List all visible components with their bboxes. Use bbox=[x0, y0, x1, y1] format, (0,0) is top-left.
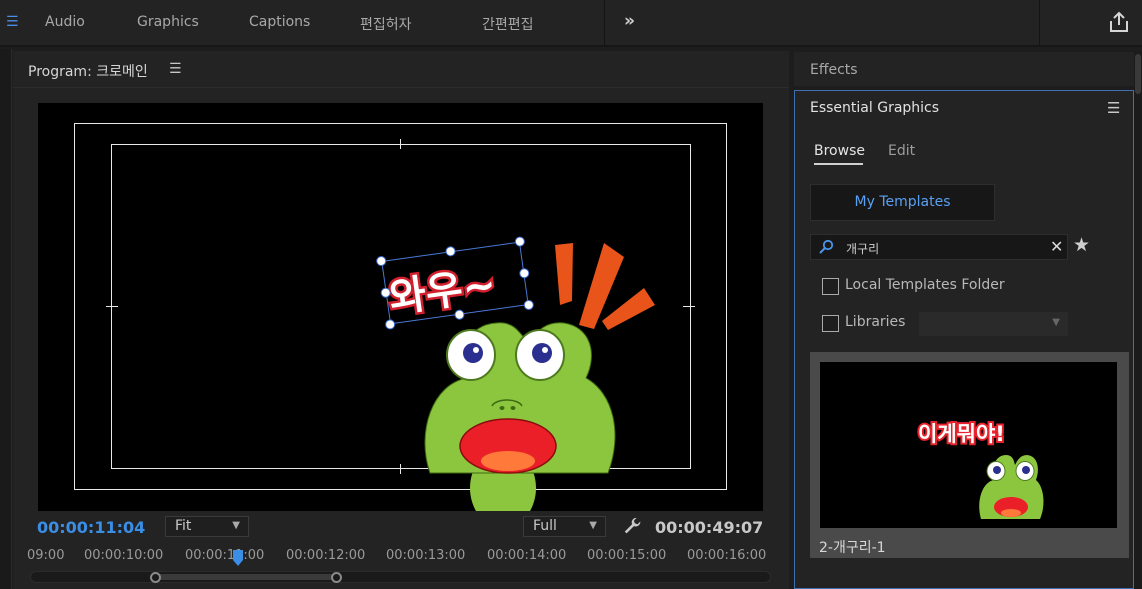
active-tab-indicator bbox=[814, 163, 863, 165]
ruler-label: 00:00:16:00 bbox=[687, 548, 767, 563]
my-templates-button[interactable]: My Templates bbox=[810, 184, 995, 221]
chevron-down-icon: ▼ bbox=[1052, 317, 1060, 328]
workspace-tab-quick-edit[interactable]: 간편편집 bbox=[482, 14, 534, 34]
scrollbar-thumb[interactable] bbox=[1135, 54, 1141, 94]
tab-browse[interactable]: Browse bbox=[814, 143, 865, 159]
local-templates-checkbox[interactable] bbox=[822, 278, 839, 295]
duration-timecode: 00:00:49:07 bbox=[655, 518, 764, 537]
time-ruler[interactable]: 09:00 00:00:10:00 00:00:11:00 00:00:12:0… bbox=[13, 543, 789, 569]
zoom-handle-right[interactable] bbox=[331, 572, 342, 583]
playhead-marker[interactable] bbox=[232, 550, 244, 568]
safe-tick bbox=[400, 464, 401, 474]
template-name: 2-개구리-1 bbox=[819, 540, 886, 556]
left-panel-strip bbox=[0, 49, 12, 589]
wrench-icon[interactable] bbox=[622, 516, 644, 538]
search-icon bbox=[819, 239, 834, 254]
panel-menu-icon[interactable]: ☰ bbox=[169, 61, 182, 77]
template-preview-text: 이게뭐야! bbox=[916, 420, 1007, 448]
workspace-tab-captions[interactable]: Captions bbox=[249, 14, 310, 30]
ruler-label: 09:00 bbox=[27, 548, 65, 563]
timeline-zoom-scrollbar[interactable] bbox=[30, 571, 771, 583]
tab-edit[interactable]: Edit bbox=[888, 143, 915, 159]
chevron-down-icon: ▼ bbox=[232, 520, 240, 531]
zoom-range[interactable] bbox=[156, 574, 338, 580]
more-workspaces-icon[interactable]: » bbox=[624, 11, 635, 31]
ruler-label: 00:00:13:00 bbox=[386, 548, 466, 563]
essential-graphics-panel: Essential Graphics ☰ Browse Edit My Temp… bbox=[794, 90, 1134, 589]
panel-scrollbar[interactable] bbox=[1134, 52, 1142, 589]
panel-menu-icon[interactable]: ☰ bbox=[1107, 99, 1120, 117]
effects-panel[interactable]: Effects bbox=[794, 52, 1134, 86]
workspace-tab-editing[interactable]: 편집허자 bbox=[360, 14, 412, 34]
divider bbox=[604, 0, 605, 47]
search-value: 개구리 bbox=[846, 242, 880, 256]
zoom-level-value: Fit bbox=[175, 518, 192, 534]
safe-tick bbox=[400, 139, 401, 149]
divider bbox=[13, 87, 789, 88]
playhead-timecode[interactable]: 00:00:11:04 bbox=[37, 518, 145, 537]
video-viewer[interactable]: 와우~ bbox=[38, 103, 763, 511]
template-card[interactable]: 이게뭐야! 2-개구리-1 bbox=[810, 352, 1129, 558]
ruler-label: 00:00:11:00 bbox=[185, 548, 265, 563]
panel-title[interactable]: Essential Graphics bbox=[810, 100, 939, 116]
chevron-down-icon: ▼ bbox=[589, 520, 597, 531]
ruler-label: 00:00:10:00 bbox=[84, 548, 164, 563]
star-icon[interactable]: ★ bbox=[1073, 234, 1090, 256]
frog-thumbnail-graphic bbox=[979, 455, 1044, 519]
libraries-checkbox[interactable] bbox=[822, 315, 839, 332]
workspace-tab-graphics[interactable]: Graphics bbox=[137, 14, 199, 30]
safe-tick bbox=[106, 306, 118, 307]
ruler-label: 00:00:15:00 bbox=[587, 548, 667, 563]
workspace-tab-audio[interactable]: Audio bbox=[45, 14, 85, 30]
playback-resolution-value: Full bbox=[533, 518, 557, 534]
ruler-label: 00:00:14:00 bbox=[487, 548, 567, 563]
panel-title[interactable]: Program: 크로메인 bbox=[28, 61, 148, 81]
ruler-label: 00:00:12:00 bbox=[286, 548, 366, 563]
libraries-label: Libraries bbox=[845, 314, 906, 330]
playback-resolution-select[interactable]: Full ▼ bbox=[523, 516, 606, 537]
clear-icon[interactable]: ✕ bbox=[1050, 237, 1063, 256]
template-thumbnail[interactable]: 이게뭐야! bbox=[820, 362, 1117, 528]
local-templates-label: Local Templates Folder bbox=[845, 277, 1005, 293]
libraries-select[interactable]: ▼ bbox=[919, 312, 1068, 336]
program-monitor-panel: Program: 크로메인 ☰ 와우~ 00:00:11:04 Fit ▼ Fu… bbox=[13, 51, 789, 589]
workspace-menu-icon[interactable]: ☰ bbox=[6, 14, 19, 30]
template-search-input[interactable]: 개구리 ✕ bbox=[810, 234, 1068, 260]
zoom-handle-left[interactable] bbox=[150, 572, 161, 583]
share-icon[interactable] bbox=[1107, 10, 1131, 34]
workspace-bar: ☰ Audio Graphics Captions 편집허자 간편편집 » bbox=[0, 0, 1142, 47]
divider bbox=[1039, 0, 1040, 47]
panel-title[interactable]: Effects bbox=[810, 62, 858, 78]
zoom-level-select[interactable]: Fit ▼ bbox=[165, 516, 249, 537]
